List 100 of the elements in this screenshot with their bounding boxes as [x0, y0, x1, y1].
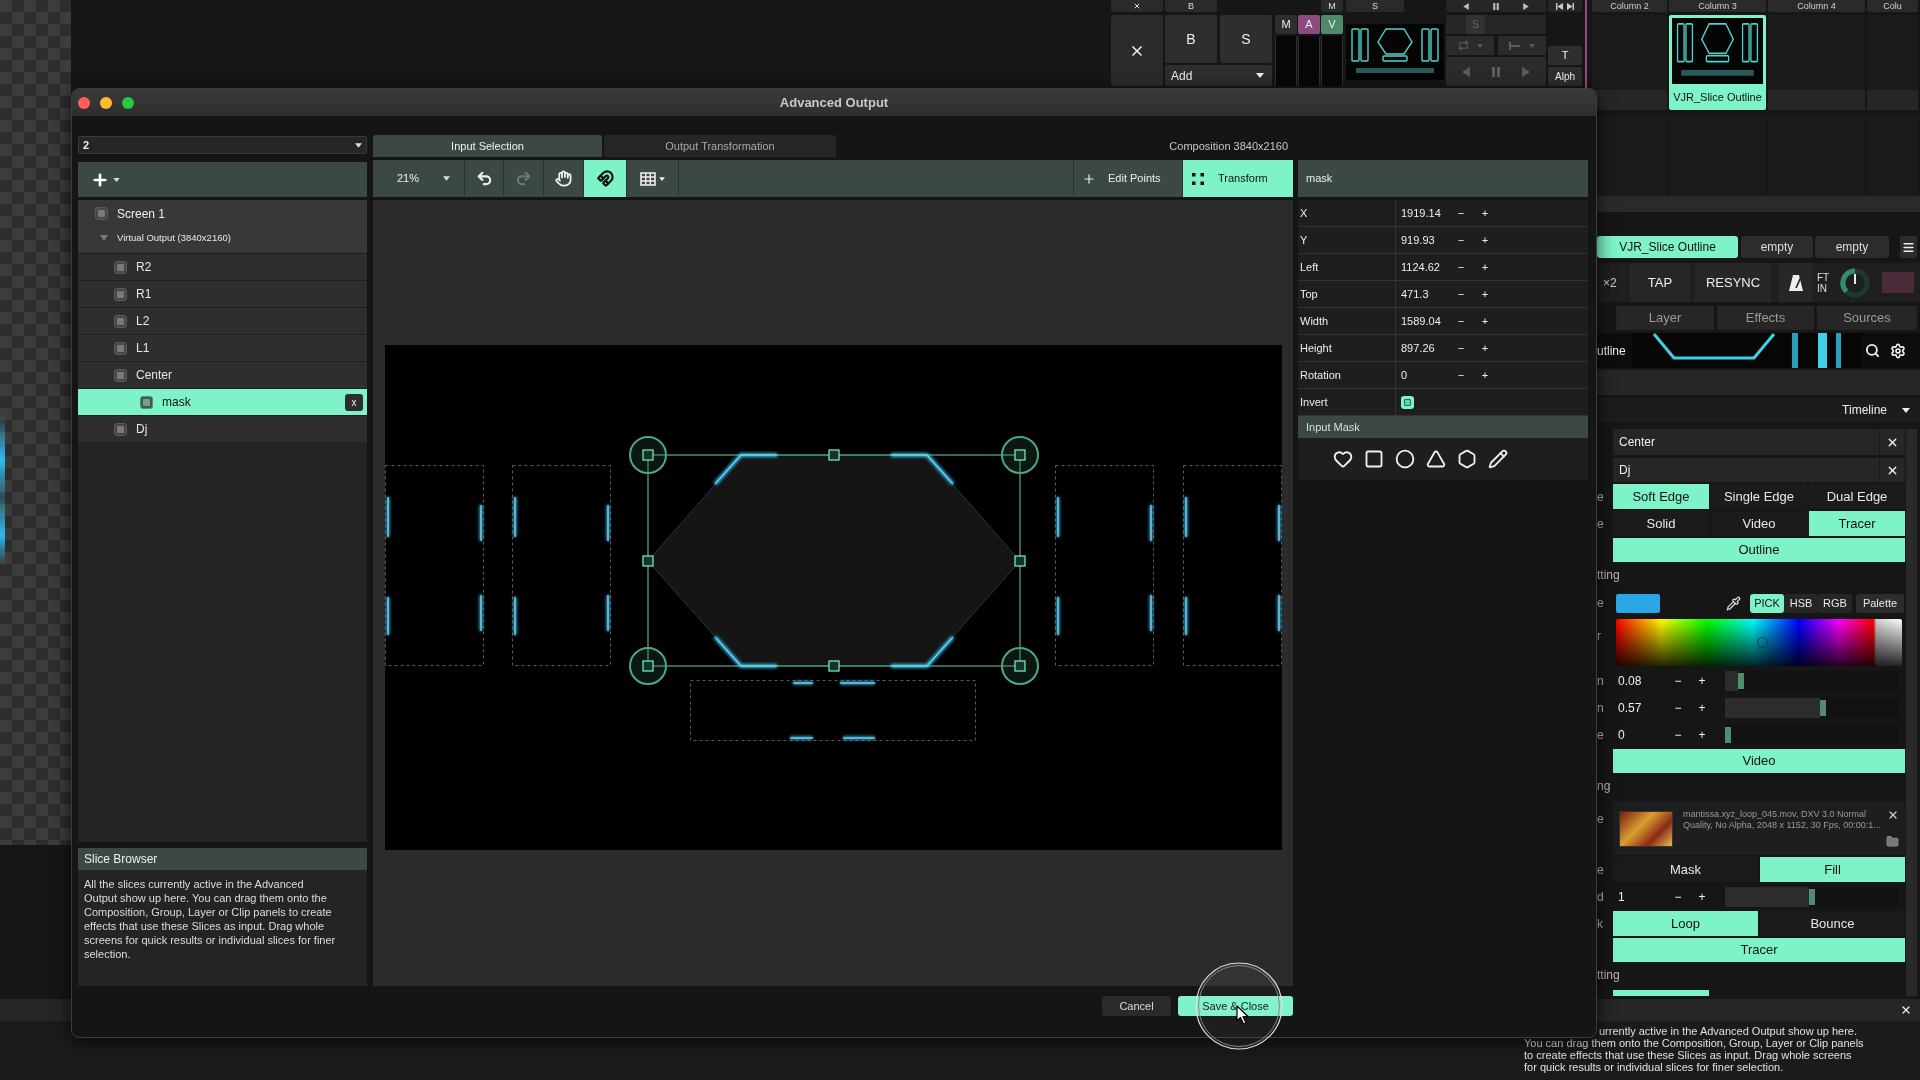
expand-caret-icon[interactable]: [100, 234, 108, 242]
palette-button[interactable]: Palette: [1856, 593, 1904, 613]
segment-option[interactable]: Tracer: [1809, 511, 1905, 536]
scrollbar[interactable]: [1906, 429, 1917, 996]
segment-option[interactable]: Bounce: [1760, 911, 1905, 936]
property-value[interactable]: 919.93: [1396, 231, 1450, 249]
screen-dropdown[interactable]: 2: [78, 136, 367, 154]
slider-thumb[interactable]: [1820, 699, 1827, 716]
decrement-button[interactable]: −: [1450, 258, 1472, 276]
solo-button[interactable]: S: [1346, 0, 1404, 12]
segment-option[interactable]: Loop: [1613, 911, 1758, 936]
property-value[interactable]: 1919.14: [1396, 204, 1450, 222]
tree-item[interactable]: L1: [78, 334, 367, 361]
increment-button[interactable]: +: [1474, 258, 1496, 276]
deck-tab[interactable]: empty: [1815, 236, 1889, 258]
deck-tab[interactable]: empty: [1741, 236, 1813, 258]
heart-icon[interactable]: [1333, 449, 1353, 469]
settings-icon[interactable]: [1890, 342, 1906, 359]
property-value[interactable]: 471.3: [1396, 285, 1450, 303]
tab[interactable]: Input Selection: [373, 135, 602, 157]
pencil-icon[interactable]: [1488, 449, 1508, 469]
eyedropper-icon[interactable]: [1726, 595, 1741, 611]
checkbox[interactable]: [114, 314, 127, 328]
segment-option[interactable]: Solid: [1613, 511, 1709, 536]
timeline-dropdown[interactable]: Timeline: [1842, 401, 1920, 419]
decrement-button[interactable]: −: [1450, 231, 1472, 249]
checkbox[interactable]: [114, 287, 127, 301]
alpha-button[interactable]: Alph: [1548, 67, 1582, 86]
blend-button[interactable]: B: [1165, 0, 1217, 12]
decrement-button[interactable]: −: [1450, 339, 1472, 357]
edge-handle[interactable]: [828, 660, 840, 672]
magnet-tool-button[interactable]: [584, 160, 627, 197]
segment-option[interactable]: Mask: [1613, 857, 1758, 882]
metronome-button[interactable]: [1779, 263, 1812, 302]
slice-input-row[interactable]: Center: [1613, 429, 1905, 455]
property-value[interactable]: 897.26: [1396, 339, 1450, 357]
checkbox[interactable]: [114, 368, 127, 382]
mute-button[interactable]: M: [1321, 0, 1343, 12]
panel-tab[interactable]: Layer: [1616, 306, 1714, 330]
square-icon[interactable]: [1364, 449, 1384, 469]
search-icon[interactable]: [1865, 343, 1880, 358]
slice-outline[interactable]: [385, 465, 484, 666]
checkbox[interactable]: [1401, 395, 1414, 409]
blend-mode-dropdown[interactable]: Add: [1165, 65, 1272, 86]
checkbox[interactable]: [95, 207, 108, 220]
increment-button[interactable]: +: [1690, 725, 1714, 744]
panel-tab[interactable]: Sources: [1817, 306, 1917, 330]
panel-tab[interactable]: Effects: [1717, 306, 1814, 330]
slider-track[interactable]: [1725, 670, 1898, 691]
blend-button[interactable]: S: [1220, 15, 1272, 63]
decrement-button[interactable]: −: [1450, 285, 1472, 303]
decrement-button[interactable]: −: [1450, 312, 1472, 330]
decrement-button[interactable]: −: [1450, 366, 1472, 384]
zoom-window-icon[interactable]: [122, 96, 134, 109]
slice-input-row[interactable]: Dj: [1613, 458, 1905, 482]
text-button[interactable]: T: [1548, 46, 1582, 65]
toggle-button[interactable]: M: [1275, 15, 1297, 34]
property-value[interactable]: 1124.62: [1396, 258, 1450, 276]
hexagon-icon[interactable]: [1457, 449, 1477, 469]
increment-button[interactable]: +: [1474, 204, 1496, 222]
slider-track[interactable]: [1725, 886, 1898, 907]
mode-button[interactable]: Outline: [1613, 538, 1905, 562]
mode-button[interactable]: Video: [1613, 749, 1905, 773]
tab[interactable]: Output Transformation: [604, 135, 836, 157]
slider-thumb[interactable]: [1738, 672, 1745, 689]
checkbox[interactable]: [114, 260, 127, 274]
decrement-button[interactable]: −: [1666, 725, 1690, 744]
knob-icon[interactable]: [1839, 266, 1871, 299]
corner-handle[interactable]: [629, 436, 667, 474]
toggle-button[interactable]: A: [1298, 15, 1320, 34]
clip-slot[interactable]: [1592, 15, 1667, 110]
segment-option[interactable]: Dual Edge: [1809, 484, 1905, 509]
increment-button[interactable]: +: [1474, 366, 1496, 384]
delete-button[interactable]: x: [345, 393, 363, 411]
corner-handle[interactable]: [629, 647, 667, 685]
tree-group-header[interactable]: Virtual Output (3840x2160): [78, 227, 367, 253]
slider-thumb[interactable]: [1808, 888, 1815, 905]
decrement-button[interactable]: −: [1666, 698, 1690, 717]
minimize-window-icon[interactable]: [100, 96, 112, 109]
column-header[interactable]: Colu: [1867, 0, 1918, 12]
edge-handle[interactable]: [642, 555, 654, 567]
deck-tab[interactable]: VJR_Slice Outline: [1597, 236, 1738, 258]
triangle-icon[interactable]: [1426, 449, 1446, 469]
menu-button[interactable]: [1900, 236, 1917, 258]
tap-button[interactable]: TAP: [1630, 263, 1690, 302]
color-mode-tab[interactable]: HSB: [1784, 593, 1818, 613]
color-swatch-icon[interactable]: [1616, 593, 1660, 613]
color-mode-tab[interactable]: PICK: [1750, 593, 1784, 613]
slider-track[interactable]: [1725, 697, 1898, 718]
tree-item[interactable]: R2: [78, 253, 367, 280]
decrement-button[interactable]: −: [1666, 887, 1690, 906]
slice-outline[interactable]: [1055, 465, 1154, 666]
tree-item[interactable]: Screen 1: [78, 200, 367, 227]
clip-slot[interactable]: VJR_Slice Outline: [1669, 15, 1766, 110]
increment-button[interactable]: +: [1474, 231, 1496, 249]
color-mode-tab[interactable]: RGB: [1818, 593, 1852, 613]
slider-thumb[interactable]: [1725, 726, 1731, 743]
segment-option[interactable]: Single Edge: [1711, 484, 1807, 509]
decrement-button[interactable]: −: [1450, 204, 1472, 222]
tree-item[interactable]: L2: [78, 307, 367, 334]
